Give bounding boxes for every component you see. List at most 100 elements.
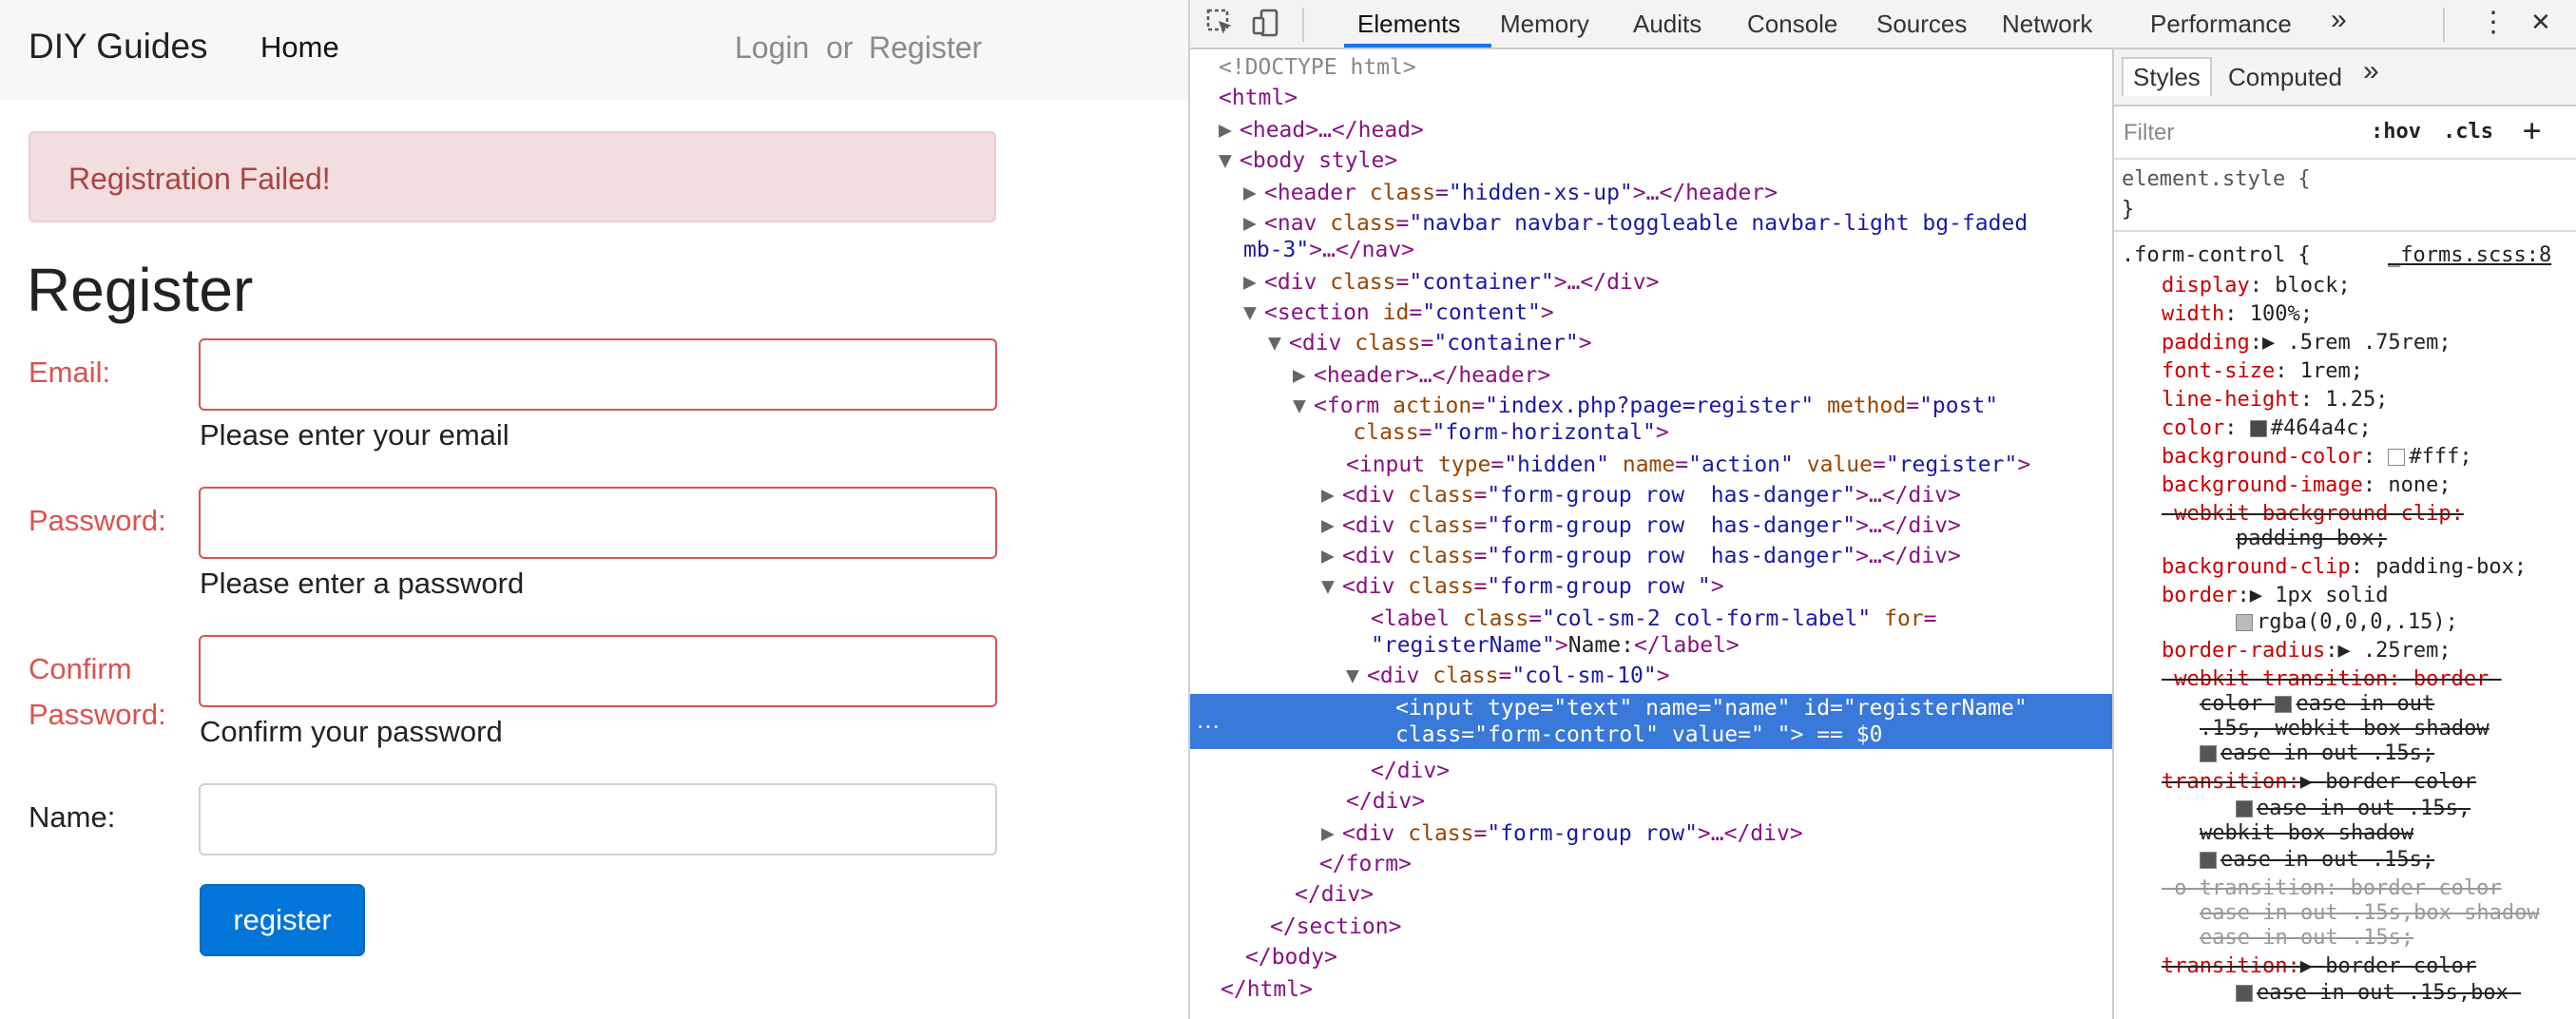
dom-close-form[interactable]: </form> [1319, 852, 1412, 876]
email-input[interactable] [199, 338, 997, 411]
dom-doctype[interactable]: <!DOCTYPE html> [1219, 55, 1416, 80]
expand-triangle-icon[interactable]: ▶ [1321, 483, 1342, 508]
collapse-triangle-icon[interactable]: ▼ [1321, 574, 1342, 599]
tab-console[interactable]: Console [1747, 10, 1837, 39]
device-toolbar-icon[interactable] [1249, 8, 1283, 42]
expand-triangle-icon[interactable]: ▶ [2262, 331, 2288, 355]
expand-triangle-icon[interactable]: ▶ [1321, 513, 1342, 538]
collapse-triangle-icon[interactable]: ▼ [1346, 663, 1367, 688]
new-rule-icon[interactable]: + [2523, 112, 2541, 148]
name-input[interactable] [199, 783, 997, 856]
prop-background-color[interactable]: background-color: #fff; [2162, 445, 2472, 469]
dom-node-nav-cont[interactable]: mb-3">…</nav> [1243, 238, 1414, 262]
inspect-element-icon[interactable] [1203, 8, 1238, 42]
prop-background-image[interactable]: background-image: none; [2162, 473, 2451, 497]
password-input[interactable] [199, 487, 997, 559]
dom-close-div[interactable]: </div> [1295, 882, 1374, 907]
expand-triangle-icon[interactable]: ▶ [2250, 584, 2276, 607]
color-swatch[interactable] [2249, 420, 2267, 437]
collapse-triangle-icon[interactable]: ▼ [1243, 300, 1264, 325]
expand-triangle-icon[interactable]: ▶ [1321, 821, 1342, 846]
dom-node-container-2[interactable]: ▼ <div class="container"> [1268, 331, 1592, 356]
easing-icon[interactable] [2200, 745, 2217, 762]
prop-font-size[interactable]: font-size: 1rem; [2162, 359, 2363, 383]
rule-selector[interactable]: .form-control { [2122, 243, 2311, 267]
prop-webkit-background-clip[interactable]: -webkit-background-clip: [2162, 502, 2464, 526]
dom-close-div[interactable]: </div> [1371, 759, 1450, 783]
dom-node-label[interactable]: <label class="col-sm-2 col-form-label" f… [1371, 606, 1937, 631]
tab-sources[interactable]: Sources [1876, 10, 1967, 39]
dom-close-body[interactable]: </body> [1245, 945, 1337, 970]
tab-network[interactable]: Network [2002, 10, 2092, 39]
dom-node-form-group-danger[interactable]: ▶ <div class="form-group row has-danger">… [1321, 544, 1961, 568]
dom-node-form-group-danger[interactable]: ▶ <div class="form-group row has-danger">… [1321, 483, 1961, 508]
prop-padding[interactable]: padding:▶ .5rem .75rem; [2162, 331, 2451, 355]
register-button[interactable]: register [200, 884, 365, 956]
rule-source-link[interactable]: _forms.scss:8 [2388, 243, 2551, 267]
easing-icon[interactable] [2236, 985, 2253, 1002]
color-swatch[interactable] [2388, 449, 2406, 466]
prop-transition[interactable]: transition:▶ border-color [2162, 770, 2476, 794]
expand-triangle-icon[interactable]: ▶ [1243, 211, 1264, 236]
nav-register-link[interactable]: Register [869, 30, 982, 66]
prop-color[interactable]: color: #464a4c; [2162, 416, 2372, 440]
prop-border-radius[interactable]: border-radius:▶ .25rem; [2162, 639, 2451, 663]
dom-node-form-group-danger[interactable]: ▶ <div class="form-group row has-danger">… [1321, 513, 1961, 538]
dom-html-open[interactable]: <html> [1219, 86, 1298, 110]
hov-toggle[interactable]: :hov [2371, 120, 2421, 144]
prop-display[interactable]: display: block; [2162, 274, 2351, 298]
dom-node-head[interactable]: ▶ <head>…</head> [1219, 118, 1424, 143]
dom-node-form-group[interactable]: ▼ <div class="form-group row "> [1321, 574, 1724, 599]
prop-line-height[interactable]: line-height: 1.25; [2162, 388, 2388, 412]
expand-triangle-icon[interactable]: ▶ [1219, 118, 1240, 143]
dom-node-hidden-input[interactable]: <input type="hidden" name="action" value… [1346, 452, 2030, 477]
dom-node-form-group-last[interactable]: ▶ <div class="form-group row">…</div> [1321, 821, 1803, 846]
color-swatch[interactable] [2236, 614, 2253, 631]
easing-icon[interactable] [2200, 852, 2217, 869]
tab-audits[interactable]: Audits [1633, 10, 1701, 39]
prop-width[interactable]: width: 100%; [2162, 302, 2313, 326]
expand-triangle-icon[interactable]: ▶ [1243, 270, 1264, 295]
tab-performance[interactable]: Performance [2150, 10, 2292, 39]
expand-triangle-icon[interactable]: ▶ [1321, 544, 1342, 568]
more-tabs-icon[interactable]: » [2331, 4, 2347, 36]
tab-computed[interactable]: Computed [2228, 63, 2342, 92]
expand-triangle-icon[interactable]: ▶ [1293, 363, 1314, 388]
dom-close-html[interactable]: </html> [1221, 977, 1313, 1002]
selected-dom-node[interactable]: … <input type="text" name="name" id="reg… [1190, 694, 2112, 749]
brand-link[interactable]: DIY Guides [29, 27, 208, 67]
prop-border[interactable]: border:▶ 1px solid [2162, 584, 2388, 607]
dom-node-col[interactable]: ▼ <div class="col-sm-10"> [1346, 663, 1670, 688]
cls-toggle[interactable]: .cls [2443, 120, 2493, 144]
expand-triangle-icon[interactable]: ▶ [2300, 770, 2326, 794]
collapse-triangle-icon[interactable]: ▼ [1219, 148, 1240, 173]
easing-icon[interactable] [2236, 800, 2253, 817]
dom-node-form[interactable]: ▼ <form action="index.php?page=register" … [1293, 394, 1998, 418]
dom-close-section[interactable]: </section> [1270, 914, 1401, 939]
element-style-rule[interactable]: element.style { [2122, 167, 2311, 191]
dom-node-section[interactable]: ▼ <section id="content"> [1243, 300, 1554, 325]
dom-node-container[interactable]: ▶ <div class="container">…</div> [1243, 270, 1659, 295]
expand-triangle-icon[interactable]: ▶ [2337, 639, 2363, 663]
prop-o-transition[interactable]: -o-transition: border-color [2162, 876, 2502, 900]
dom-node-header-2[interactable]: ▶ <header>…</header> [1293, 363, 1550, 388]
collapse-triangle-icon[interactable]: ▼ [1268, 331, 1289, 356]
dom-node-header[interactable]: ▶ <header class="hidden-xs-up">…</header> [1243, 181, 1778, 205]
prop-transition-2[interactable]: transition:▶ border-color [2162, 954, 2476, 978]
dom-close-div[interactable]: </div> [1346, 789, 1425, 814]
close-icon[interactable]: ✕ [2530, 8, 2551, 37]
expand-triangle-icon[interactable]: ▶ [1243, 181, 1264, 205]
prop-background-clip[interactable]: background-clip: padding-box; [2162, 555, 2527, 579]
node-menu-icon[interactable]: … [1196, 705, 1221, 735]
dom-node-form-cont[interactable]: class="form-horizontal"> [1300, 420, 1668, 445]
filter-input[interactable]: Filter [2124, 120, 2174, 146]
nav-home-link[interactable]: Home [260, 30, 339, 65]
expand-triangle-icon[interactable]: ▶ [2300, 954, 2326, 978]
kebab-menu-icon[interactable]: ⋮ [2479, 6, 2508, 39]
tab-elements[interactable]: Elements [1357, 10, 1460, 39]
dom-node-nav[interactable]: ▶ <nav class="navbar navbar-toggleable na… [1243, 211, 2028, 236]
prop-webkit-transition[interactable]: -webkit-transition: border- [2162, 667, 2502, 691]
tab-memory[interactable]: Memory [1500, 10, 1589, 39]
dom-node-label-cont[interactable]: "registerName">Name:</label> [1371, 633, 1740, 658]
dom-node-body[interactable]: ▼ <body style> [1219, 148, 1397, 173]
